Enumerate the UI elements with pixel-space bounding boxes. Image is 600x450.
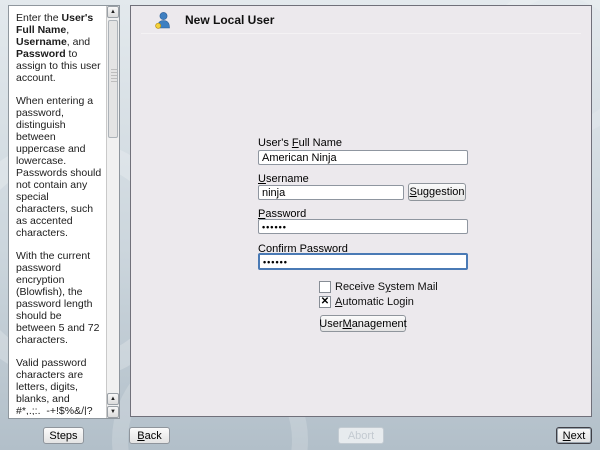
help-content: Enter the User's Full Name, Username, an… [16,12,103,415]
next-button[interactable]: Next [556,427,592,444]
steps-button[interactable]: Steps [43,427,84,444]
username-input[interactable] [258,185,404,200]
password-input[interactable] [258,219,468,234]
help-paragraph: Valid password characters are letters, d… [16,357,93,415]
help-scrollbar[interactable]: ▲ ▲ ▼ [106,6,119,418]
automatic-login-label[interactable]: Automatic Login [335,296,414,308]
suggestion-button[interactable]: Suggestion [408,183,466,201]
confirm-password-input[interactable] [258,253,468,270]
help-panel: Enter the User's Full Name, Username, an… [8,5,120,419]
help-paragraph: Enter the User's Full Name, Username, an… [16,12,101,84]
user-icon [155,12,170,29]
username-label: Username [258,173,309,185]
receive-system-mail-checkbox[interactable] [319,281,331,293]
receive-system-mail-label[interactable]: Receive System Mail [335,281,438,293]
help-paragraph: With the current password encryption (Bl… [16,250,100,346]
scrollbar-thumb[interactable] [108,20,118,138]
scrollbar-grip [111,69,117,83]
scroll-up-icon-bottom[interactable]: ▲ [107,393,119,405]
help-paragraph: When entering a password, distinguish be… [16,95,102,239]
user-management-button[interactable]: User Management [319,315,407,332]
header-separator [141,33,581,34]
dialog-title: New Local User [185,13,275,27]
back-button[interactable]: Back [129,427,170,444]
main-dialog-panel: New Local User User's Full Name Username… [130,5,592,417]
abort-button: Abort [338,427,384,444]
yast-wizard-window: Enter the User's Full Name, Username, an… [0,0,600,450]
full-name-label: User's Full Name [258,137,343,149]
scroll-up-icon[interactable]: ▲ [107,6,119,18]
scroll-down-icon[interactable]: ▼ [107,406,119,418]
automatic-login-checkbox[interactable]: ✕ [319,296,331,308]
full-name-input[interactable] [258,150,468,165]
